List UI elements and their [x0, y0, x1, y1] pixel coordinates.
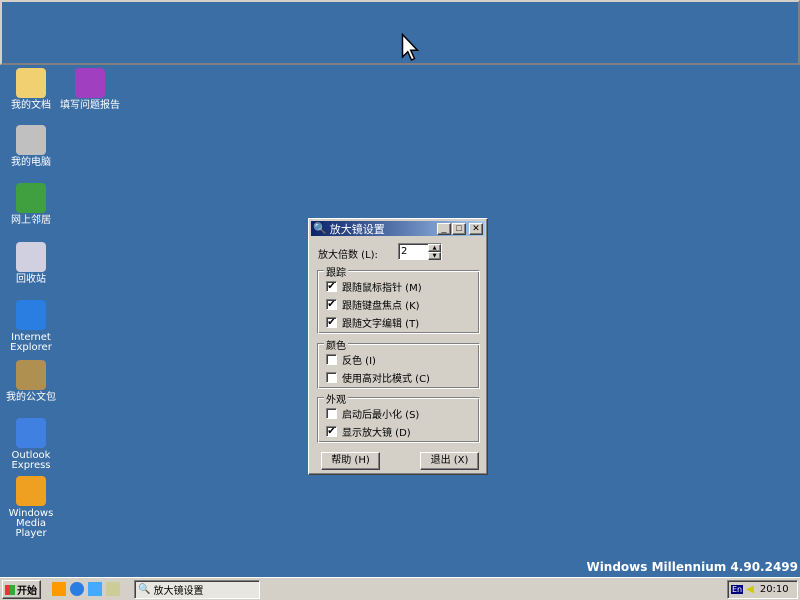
system-tray: En ◀ 20:10 — [727, 580, 798, 599]
colors-group: 颜色反色 (I) 使用高对比模式 (C) — [317, 337, 480, 389]
checkbox-row[interactable]: 启动后最小化 (S) — [326, 406, 419, 421]
taskbar-button-magnifier-settings[interactable]: 🔍 放大镜设置 — [134, 580, 260, 599]
desktop-icon[interactable]: 我的电脑 — [0, 125, 62, 168]
outlook-express-icon[interactable] — [88, 582, 102, 596]
desktop-icon-label: Outlook Express — [11, 450, 51, 471]
my-documents-icon — [16, 68, 46, 98]
desktop-icon-label: 网上邻居 — [11, 215, 51, 226]
desktop-icon[interactable]: Internet Explorer — [0, 300, 62, 353]
desktop-icon[interactable]: Windows Media Player — [0, 476, 62, 539]
media-player-icon — [16, 476, 46, 506]
tracking-group: 跟踪 ✔ 跟随鼠标指针 (M) ✔ 跟随键盘焦点 (K) ✔ 跟随文字编辑 (T) — [317, 264, 480, 334]
checkbox-label: 使用高对比模式 (C) — [342, 374, 430, 385]
presentation-group: 外观启动后最小化 (S) ✔ 显示放大镜 (D) — [317, 391, 480, 443]
checkbox-label: 反色 (I) — [342, 356, 376, 367]
desktop-icon-label: 我的公文包 — [6, 392, 56, 403]
network-neighborhood-icon — [16, 183, 46, 213]
desktop-icon-label: 回收站 — [16, 274, 46, 285]
recycle-bin-icon — [16, 242, 46, 272]
briefcase-icon — [16, 360, 46, 390]
desktop-icon-label: Internet Explorer — [10, 332, 52, 353]
internet-explorer-icon — [16, 300, 46, 330]
taskbar: 开始 🔍 放大镜设置 En ◀ 20:10 — [0, 577, 800, 600]
dialog-title: 放大镜设置 — [329, 222, 385, 236]
checkbox-label: 跟随鼠标指针 (M) — [342, 283, 422, 294]
quick-launch — [52, 582, 120, 596]
close-button[interactable]: ✕ — [469, 222, 483, 235]
checkbox-row[interactable]: ✔ 跟随文字编辑 (T) — [326, 315, 419, 330]
volume-icon[interactable]: ◀ — [746, 584, 754, 595]
mouse-cursor-icon — [401, 33, 419, 62]
desktop-icon[interactable]: 网上邻居 — [0, 183, 62, 226]
group-title: 跟踪 — [324, 264, 348, 279]
exit-button[interactable]: 退出 (X) — [420, 452, 479, 470]
maximize-button[interactable]: □ — [452, 222, 466, 235]
my-computer-icon — [16, 125, 46, 155]
show-desktop-icon[interactable] — [106, 582, 120, 596]
desktop-icon[interactable]: 我的文档 — [0, 68, 62, 111]
magnifier-icon: 🔍 — [313, 222, 327, 235]
desktop-icon[interactable]: 填写问题报告 — [60, 68, 120, 111]
windows-logo-icon — [5, 584, 15, 595]
desktop-icon[interactable]: 回收站 — [0, 242, 62, 285]
checkbox[interactable] — [326, 354, 337, 365]
internet-explorer-icon[interactable] — [70, 582, 84, 596]
magnifier-settings-dialog: 🔍 放大镜设置 _ □ ✕ 放大倍数 (L): 2 ▲ ▼ 跟踪 ✔ 跟随鼠标指针 … — [308, 218, 488, 475]
desktop-icon[interactable]: 我的公文包 — [0, 360, 62, 403]
title-bar[interactable]: 🔍 放大镜设置 _ □ ✕ — [311, 221, 485, 236]
group-title: 颜色 — [324, 337, 348, 352]
checkbox-row[interactable]: 反色 (I) — [326, 352, 376, 367]
desktop-icon[interactable]: Outlook Express — [0, 418, 62, 471]
spin-down-button[interactable]: ▼ — [428, 252, 441, 260]
zoom-level-label: 放大倍数 (L): — [318, 250, 378, 261]
magnifier-icon: 🔍 — [138, 584, 151, 595]
help-button[interactable]: 帮助 (H) — [321, 452, 380, 470]
desktop-icon-label: 我的文档 — [11, 100, 51, 111]
checkbox-label: 跟随文字编辑 (T) — [342, 319, 420, 330]
checkbox-row[interactable]: ✔ 跟随键盘焦点 (K) — [326, 297, 420, 312]
desktop-icon-label: Windows Media Player — [8, 508, 54, 539]
checkbox-label: 跟随键盘焦点 (K) — [342, 301, 420, 312]
checkbox[interactable] — [326, 408, 337, 419]
checkbox[interactable]: ✔ — [326, 299, 337, 310]
desktop-icon-label: 填写问题报告 — [60, 100, 120, 111]
spin-up-button[interactable]: ▲ — [428, 244, 441, 252]
checkbox[interactable]: ✔ — [326, 426, 337, 437]
group-title: 外观 — [324, 391, 348, 406]
checkbox[interactable] — [326, 372, 337, 383]
outlook-express-icon — [16, 418, 46, 448]
zoom-level-value[interactable]: 2 — [399, 244, 428, 259]
checkbox[interactable]: ✔ — [326, 281, 337, 292]
checkbox-label: 启动后最小化 (S) — [342, 410, 420, 421]
version-watermark: Windows Millennium 4.90.2499 — [586, 560, 798, 574]
problem-report-icon — [75, 68, 105, 98]
start-label: 开始 — [17, 586, 37, 597]
checkbox-row[interactable]: 使用高对比模式 (C) — [326, 370, 430, 385]
minimize-button[interactable]: _ — [437, 222, 451, 235]
checkbox-label: 显示放大镜 (D) — [342, 428, 411, 439]
checkbox[interactable]: ✔ — [326, 317, 337, 328]
start-button[interactable]: 开始 — [2, 580, 41, 599]
checkbox-row[interactable]: ✔ 显示放大镜 (D) — [326, 424, 411, 439]
task-label: 放大镜设置 — [153, 586, 204, 597]
clock[interactable]: 20:10 — [760, 584, 789, 595]
checkbox-row[interactable]: ✔ 跟随鼠标指针 (M) — [326, 279, 422, 294]
desktop-icon-label: 我的电脑 — [11, 157, 51, 168]
magnifier-view — [0, 0, 800, 65]
media-player-icon[interactable] — [52, 582, 66, 596]
language-indicator[interactable]: En — [731, 585, 744, 594]
zoom-level-spinner[interactable]: 2 ▲ ▼ — [398, 243, 442, 260]
